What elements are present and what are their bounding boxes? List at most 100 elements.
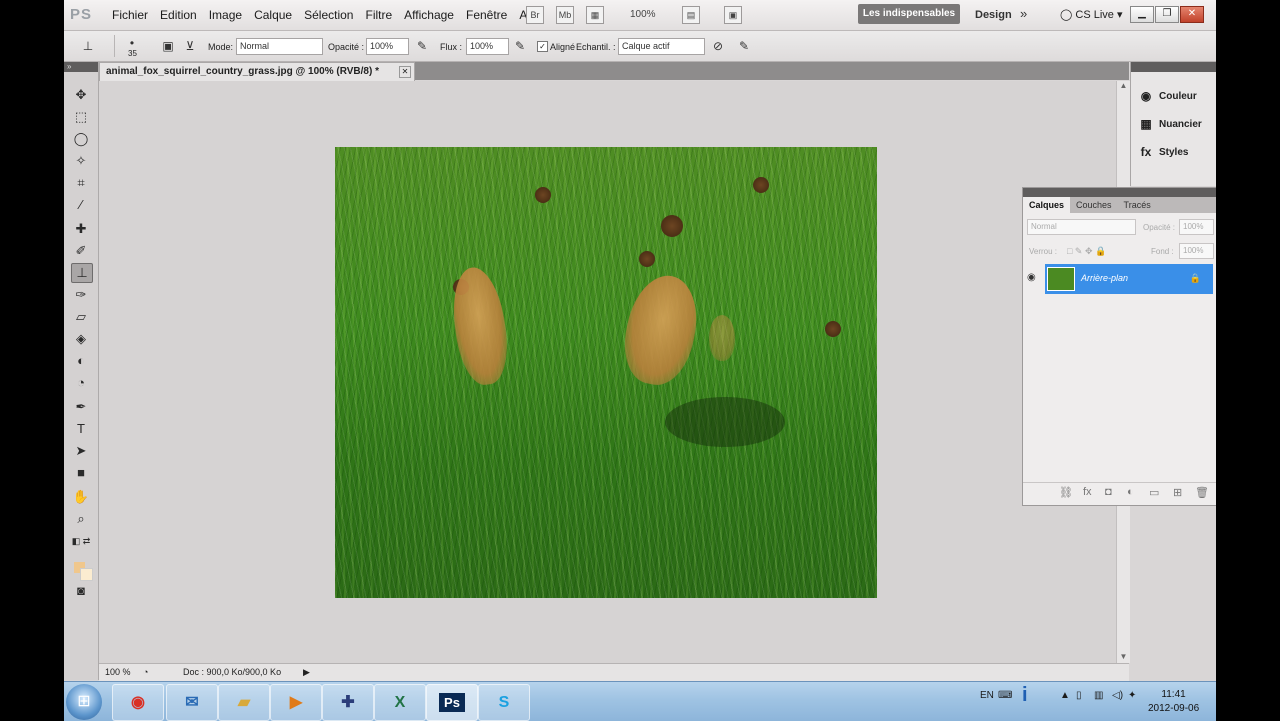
excel-taskbar-icon[interactable]: X bbox=[374, 684, 426, 721]
language-indicator[interactable]: EN bbox=[980, 690, 994, 701]
type-tool-icon[interactable]: T bbox=[71, 420, 91, 438]
network-icon[interactable]: ▥ bbox=[1094, 690, 1103, 701]
security-icon[interactable]: ✦ bbox=[1128, 690, 1136, 701]
rectangle-tool-icon[interactable]: ■ bbox=[71, 464, 91, 482]
document-image[interactable] bbox=[335, 147, 877, 598]
sample-select[interactable]: Calque actif bbox=[618, 38, 705, 55]
arrange-documents-button[interactable]: ▤ bbox=[682, 6, 700, 24]
explorer-taskbar-icon[interactable]: ▰ bbox=[218, 684, 270, 721]
paint-bucket-tool-icon[interactable]: ◈ bbox=[71, 330, 91, 348]
marquee-tool-icon[interactable]: ⬚ bbox=[71, 108, 91, 126]
layer-mask-icon[interactable]: ◘ bbox=[1105, 486, 1112, 498]
move-tool-icon[interactable]: ✥ bbox=[71, 86, 91, 104]
toolbox-grip[interactable]: » bbox=[64, 62, 98, 72]
view-extras-button[interactable]: ▦ bbox=[586, 6, 604, 24]
ignore-adjustment-layers-icon[interactable]: ⊘ bbox=[710, 38, 726, 54]
background-color-swatch[interactable] bbox=[80, 568, 93, 581]
toggle-brush-panel-icon[interactable]: ▣ bbox=[160, 38, 176, 54]
new-group-icon[interactable]: ▭ bbox=[1149, 486, 1159, 499]
flow-field[interactable]: 100% bbox=[466, 38, 509, 55]
minimize-button[interactable]: ▁ bbox=[1130, 6, 1154, 23]
status-expand-icon[interactable]: ▶ bbox=[303, 667, 310, 678]
skype-taskbar-icon[interactable]: S bbox=[478, 684, 530, 721]
workspace-design-button[interactable]: Design bbox=[975, 9, 1012, 21]
lasso-tool-icon[interactable]: ◯ bbox=[71, 130, 91, 148]
device-icon[interactable]: ▯ bbox=[1076, 690, 1082, 701]
nuancier-panel-button[interactable]: ▦ Nuancier bbox=[1137, 114, 1215, 136]
thunderbird-taskbar-icon[interactable]: ✉ bbox=[166, 684, 218, 721]
clone-stamp-tool-preset-icon[interactable]: ⊥ bbox=[80, 38, 96, 54]
media-player-taskbar-icon[interactable]: ▶ bbox=[270, 684, 322, 721]
cs-live-button[interactable]: ◯ CS Live ▾ bbox=[1060, 8, 1122, 21]
pen-tool-icon[interactable]: ✒ bbox=[71, 398, 91, 416]
history-brush-tool-icon[interactable]: ✑ bbox=[71, 286, 91, 304]
opacity-field[interactable]: 100% bbox=[366, 38, 409, 55]
status-menu-icon[interactable]: ◔ bbox=[143, 667, 148, 677]
airbrush-icon[interactable]: ✎ bbox=[512, 38, 528, 54]
screen-mode-button[interactable]: ▣ bbox=[724, 6, 742, 24]
tab-couches[interactable]: Couches bbox=[1070, 197, 1118, 213]
bridge-button[interactable]: Br bbox=[526, 6, 544, 24]
layers-panel-grip[interactable] bbox=[1023, 188, 1216, 197]
volume-icon[interactable]: ◁) bbox=[1112, 690, 1123, 701]
blur-tool-icon[interactable]: ◐ bbox=[71, 352, 91, 370]
dock-grip[interactable] bbox=[1131, 62, 1216, 72]
brush-tool-icon[interactable]: ✐ bbox=[71, 242, 91, 260]
taskbar-clock[interactable]: 11:41 2012-09-06 bbox=[1148, 688, 1199, 716]
tablet-pressure-icon[interactable]: ✎ bbox=[736, 38, 752, 54]
close-document-icon[interactable]: ✕ bbox=[399, 66, 411, 78]
visibility-eye-icon[interactable]: ◉ bbox=[1027, 272, 1036, 283]
styles-panel-button[interactable]: fx Styles bbox=[1137, 142, 1215, 164]
layer-opacity-field[interactable]: 100% bbox=[1179, 219, 1214, 235]
tab-traces[interactable]: Tracés bbox=[1118, 197, 1157, 213]
menu-filtre[interactable]: Filtre bbox=[359, 8, 398, 22]
new-layer-icon[interactable]: ⊞ bbox=[1173, 486, 1182, 499]
document-tab[interactable]: animal_fox_squirrel_country_grass.jpg @ … bbox=[99, 62, 415, 81]
help-icon[interactable]: i bbox=[1022, 684, 1028, 707]
adjustment-layer-icon[interactable]: ◐ bbox=[1127, 486, 1134, 498]
hand-tool-icon[interactable]: ✋ bbox=[71, 488, 91, 506]
tablet-opacity-icon[interactable]: ✎ bbox=[414, 38, 430, 54]
menu-fichier[interactable]: Fichier bbox=[106, 8, 154, 22]
fill-field[interactable]: 100% bbox=[1179, 243, 1214, 259]
minibridge-button[interactable]: Mb bbox=[556, 6, 574, 24]
lock-icons[interactable]: □ ✎ ✥ 🔒 bbox=[1067, 246, 1106, 257]
zoom-status[interactable]: 100 % bbox=[105, 667, 131, 677]
zoom-tool-icon[interactable]: ⌕ bbox=[71, 510, 91, 528]
clone-stamp-tool-icon[interactable]: ⊥ bbox=[71, 263, 93, 283]
quick-mask-icon[interactable]: ◙ bbox=[71, 582, 91, 600]
menu-calque[interactable]: Calque bbox=[248, 8, 298, 22]
close-button[interactable]: ✕ bbox=[1180, 6, 1204, 23]
canvas-area[interactable] bbox=[99, 81, 1116, 663]
menu-affichage[interactable]: Affichage bbox=[398, 8, 460, 22]
aligned-checkbox[interactable]: ✓ bbox=[537, 41, 548, 52]
eyedropper-tool-icon[interactable]: ⁄ bbox=[71, 196, 91, 214]
scroll-up-icon[interactable]: ▲ bbox=[1117, 81, 1130, 90]
layer-style-icon[interactable]: fx bbox=[1083, 486, 1092, 498]
menu-image[interactable]: Image bbox=[203, 8, 248, 22]
menu-edition[interactable]: Edition bbox=[154, 8, 203, 22]
toggle-clone-source-icon[interactable]: ⊻ bbox=[182, 38, 198, 54]
more-workspaces-button[interactable]: » bbox=[1020, 6, 1027, 21]
menu-selection[interactable]: Sélection bbox=[298, 8, 359, 22]
chrome-taskbar-icon[interactable]: ◉ bbox=[112, 684, 164, 721]
path-selection-tool-icon[interactable]: ➤ bbox=[71, 442, 91, 460]
show-hidden-icons[interactable]: ▲ bbox=[1060, 690, 1070, 701]
app-taskbar-icon[interactable]: ✚ bbox=[322, 684, 374, 721]
layer-row-background[interactable]: Arrière-plan 🔒 bbox=[1045, 264, 1213, 294]
restore-button[interactable]: ❐ bbox=[1155, 6, 1179, 23]
delete-layer-icon[interactable]: 🗑 bbox=[1195, 486, 1209, 499]
default-colors-icon[interactable]: ◧ ⇄ bbox=[71, 532, 91, 550]
mode-select[interactable]: Normal bbox=[236, 38, 323, 55]
link-layers-icon[interactable]: ⛓ bbox=[1059, 486, 1073, 499]
tab-calques[interactable]: Calques bbox=[1023, 197, 1071, 213]
start-button[interactable]: ⊞ bbox=[66, 684, 102, 720]
couleur-panel-button[interactable]: ◉ Couleur bbox=[1137, 86, 1215, 108]
scroll-down-icon[interactable]: ▼ bbox=[1117, 652, 1130, 661]
blend-mode-select[interactable]: Normal bbox=[1027, 219, 1136, 235]
dodge-tool-icon[interactable]: ◔ bbox=[71, 374, 91, 392]
photoshop-taskbar-icon[interactable]: Ps bbox=[426, 684, 478, 721]
keyboard-icon[interactable]: ⌨ bbox=[998, 690, 1012, 701]
quick-selection-tool-icon[interactable]: ✧ bbox=[71, 152, 91, 170]
menu-fenetre[interactable]: Fenêtre bbox=[460, 8, 513, 22]
